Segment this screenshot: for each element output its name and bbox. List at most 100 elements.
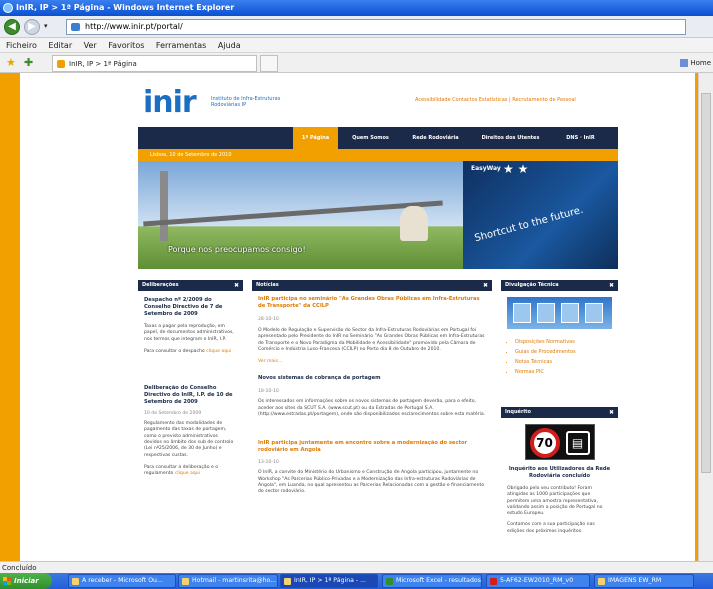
- site-favicon-icon: [57, 60, 65, 68]
- close-icon[interactable]: ✖: [234, 280, 239, 291]
- pdf-icon: [490, 578, 497, 585]
- ie-icon: [182, 578, 189, 585]
- task-label: Hotmail - martinsrita@ho...: [192, 577, 277, 584]
- nav-direitos-utentes[interactable]: Direitos dos Utentes: [473, 127, 548, 149]
- taskbar-item-folder[interactable]: IMAGENS EW_RM: [594, 574, 694, 588]
- deliberacao-title[interactable]: Despacho nº 2/2009 do Conselho Directivo…: [144, 297, 237, 318]
- taskbar-item-excel[interactable]: Microsoft Excel - resultados: [382, 574, 482, 588]
- ie-icon: [3, 3, 13, 13]
- menu-edit[interactable]: Editar: [48, 41, 72, 50]
- windows-taskbar: Iniciar A receber - Microsoft Ou... Hotm…: [0, 573, 713, 589]
- noticias-header: Notícias ✖: [252, 280, 492, 291]
- task-label: InIR, IP > 1ª Página - ...: [294, 577, 366, 584]
- eu-stars-icon: ★ ★: [503, 162, 529, 176]
- banner-caption: Porque nos preocupamos consigo!: [168, 245, 306, 254]
- scrollbar-thumb[interactable]: [701, 93, 711, 473]
- divulgacao-link[interactable]: Guias de Procedimentos: [515, 347, 618, 357]
- tab-label: InIR, IP > 1ª Página: [69, 60, 137, 68]
- news-title[interactable]: InIR participa no seminário "As Grandes …: [258, 296, 486, 310]
- inquerito-title: Inquérito: [505, 409, 531, 415]
- ie-icon: [284, 578, 291, 585]
- new-tab-button[interactable]: [260, 55, 278, 72]
- car-warning-icon: ▤: [565, 431, 590, 455]
- address-toolbar: ◀ ▶ ▾ http://www.inir.pt/portal/: [0, 16, 713, 38]
- favorites-star-icon[interactable]: ★: [6, 56, 16, 69]
- deliberacao-cta-text: Para consultar o despacho: [144, 348, 205, 354]
- deliberacao-title[interactable]: Deliberação do Conselho Directivo do InI…: [144, 385, 237, 406]
- web-page: inir Instituto de Infra-Estruturas Rodov…: [20, 73, 695, 561]
- technical-docs-image: [507, 297, 612, 329]
- news-more-link[interactable]: Ver mais...: [258, 359, 486, 365]
- browser-viewport: inir Instituto de Infra-Estruturas Rodov…: [0, 73, 698, 561]
- news-title[interactable]: Novos sistemas de cobrança de portagem: [258, 375, 486, 382]
- close-icon[interactable]: ✖: [609, 407, 614, 418]
- road-sign-image[interactable]: 70 ▤: [524, 424, 595, 460]
- task-label: A receber - Microsoft Ou...: [82, 577, 163, 584]
- speed-limit-sign: 70: [529, 428, 560, 458]
- taskbar-item-outlook[interactable]: A receber - Microsoft Ou...: [68, 574, 176, 588]
- deliberacoes-header: Deliberações ✖: [138, 280, 243, 291]
- tab-current[interactable]: InIR, IP > 1ª Página: [52, 55, 257, 72]
- close-icon[interactable]: ✖: [483, 280, 488, 291]
- news-date: 13-10-10: [258, 460, 279, 466]
- home-label: Home: [690, 59, 711, 67]
- forward-button[interactable]: ▶: [24, 19, 40, 35]
- start-label: Iniciar: [14, 577, 39, 585]
- history-dropdown-icon[interactable]: ▾: [44, 22, 48, 30]
- excel-icon: [386, 578, 393, 585]
- back-button[interactable]: ◀: [4, 19, 20, 35]
- doc-thumb-icon: [537, 303, 555, 323]
- nav-quem-somos[interactable]: Quem Somos: [343, 127, 398, 149]
- taskbar-item-hotmail[interactable]: Hotmail - martinsrita@ho...: [178, 574, 278, 588]
- menu-view[interactable]: Ver: [84, 41, 97, 50]
- nav-rede-rodoviaria[interactable]: Rede Rodoviária: [403, 127, 468, 149]
- bridge-pylon-shape: [160, 171, 168, 241]
- easyway-logo: EasyWay: [471, 165, 501, 172]
- menu-file[interactable]: Ficheiro: [6, 41, 37, 50]
- deliberacao-link[interactable]: clique aqui: [175, 471, 200, 476]
- news-body: O InIR, a convite do Ministério do Urban…: [258, 470, 485, 495]
- status-bar: Concluído: [0, 561, 713, 573]
- deliberacao-cta: Para consultar o despacho clique aqui: [144, 349, 237, 355]
- folder-icon: [598, 578, 605, 585]
- task-label: IMAGENS EW_RM: [608, 577, 662, 584]
- doc-thumb-icon: [585, 303, 603, 323]
- divulgacao-links: Disposições Normativas Guias de Procedim…: [501, 337, 618, 377]
- taskbar-item-inir[interactable]: InIR, IP > 1ª Página - ...: [280, 574, 378, 588]
- deliberacao-link[interactable]: clique aqui: [206, 349, 231, 354]
- deliberacoes-title: Deliberações: [142, 282, 179, 288]
- nav-home[interactable]: 1ª Página: [293, 127, 338, 149]
- logo-tagline: Instituto de Infra-Estruturas Rodoviária…: [211, 96, 281, 108]
- inquerito-body: Obrigado pelo seu contributo! Foram atin…: [507, 486, 603, 517]
- address-input[interactable]: http://www.inir.pt/portal/: [66, 19, 686, 35]
- nav-dns-inir[interactable]: DNS · InIR: [553, 127, 608, 149]
- news-date: 18-10-10: [258, 389, 279, 395]
- inquerito-body-2: Contamos com a sua participação nas ediç…: [507, 522, 595, 534]
- divulgacao-link[interactable]: Notas Técnicas: [515, 357, 618, 367]
- doc-thumb-icon: [513, 303, 531, 323]
- home-button[interactable]: Home: [680, 56, 711, 70]
- news-title[interactable]: InIR participa juntamente em encontro so…: [258, 440, 486, 454]
- divulgacao-link[interactable]: Normas PIC: [515, 367, 618, 377]
- inquerito-heading[interactable]: Inquérito aos Utilizadores da Rede Rodov…: [507, 466, 612, 480]
- window-title: InIR, IP > 1ª Página - Windows Internet …: [16, 3, 235, 12]
- menu-help[interactable]: Ajuda: [218, 41, 241, 50]
- divulgacao-panel: Divulgação Técnica ✖ Disposições Normati…: [501, 280, 618, 400]
- close-icon[interactable]: ✖: [609, 280, 614, 291]
- page-icon: [71, 23, 80, 31]
- vertical-scrollbar[interactable]: [698, 73, 713, 561]
- menu-tools[interactable]: Ferramentas: [156, 41, 206, 50]
- add-favorite-icon[interactable]: ✚: [24, 56, 33, 69]
- task-label: 5-AF62-EW2010_RM_v0: [500, 577, 574, 584]
- menu-favorites[interactable]: Favoritos: [108, 41, 144, 50]
- task-label: Microsoft Excel - resultados: [396, 577, 481, 584]
- noticias-panel: Notícias ✖ InIR participa no seminário "…: [252, 280, 492, 561]
- hero-banner[interactable]: Porque nos preocupamos consigo! EasyWay …: [138, 161, 618, 269]
- top-links[interactable]: Acessibilidade Contactos Estatísticas | …: [415, 97, 576, 103]
- logo-wordmark: inir: [143, 85, 197, 120]
- start-button[interactable]: Iniciar: [0, 573, 52, 589]
- inir-logo[interactable]: inir Instituto de Infra-Estruturas Rodov…: [143, 83, 280, 123]
- deliberacao-body: Regulamento das modalidades de pagamento…: [144, 421, 234, 458]
- taskbar-item-pdf[interactable]: 5-AF62-EW2010_RM_v0: [486, 574, 590, 588]
- divulgacao-link[interactable]: Disposições Normativas: [515, 337, 618, 347]
